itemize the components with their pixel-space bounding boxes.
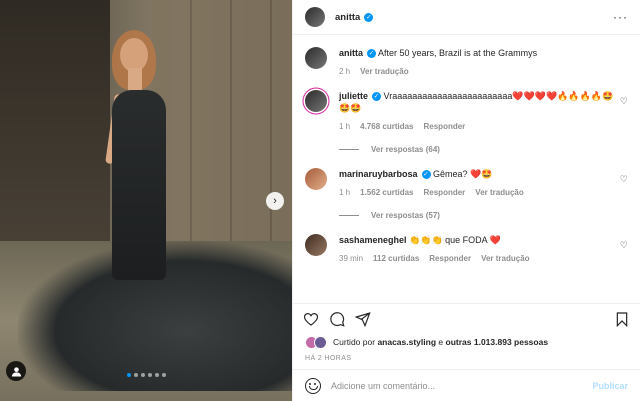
comment-username[interactable]: sashameneghel <box>339 235 407 245</box>
comment-text: 👏👏👏 que FODA ❤️ <box>409 235 501 245</box>
comment-avatar[interactable] <box>305 234 327 256</box>
carousel-dots <box>0 373 292 377</box>
reply-button[interactable]: Responder <box>429 254 471 263</box>
post-timestamp[interactable]: HÁ 2 HORAS <box>293 351 640 369</box>
translate-link[interactable]: Ver tradução <box>481 254 529 263</box>
comment-juliette: juliette ✓ Vraaaaaaaaaaaaaaaaaaaaaaaa❤️❤️… <box>305 90 628 154</box>
view-replies-button[interactable]: Ver respostas (57) <box>339 211 628 220</box>
photo-wall-right <box>152 0 292 250</box>
caption-username[interactable]: anitta <box>339 48 363 58</box>
liker-avatar[interactable] <box>314 335 327 349</box>
carousel-dot <box>140 373 145 377</box>
publish-button[interactable]: Publicar <box>592 381 628 391</box>
replies-divider <box>339 149 359 150</box>
comment-time[interactable]: 1 h <box>339 122 350 131</box>
likes-summary: Curtido por anacas.styling e outras 1.01… <box>293 333 640 351</box>
carousel-dot <box>154 373 159 377</box>
share-send-icon[interactable] <box>355 311 371 327</box>
comment-text: Gêmea? ❤️🤩 <box>433 169 493 179</box>
carousel-dot <box>126 373 131 377</box>
caption-text: After 50 years, Brazil is at the Grammys <box>378 48 538 58</box>
verified-badge-icon: ✓ <box>372 92 382 102</box>
reply-button[interactable]: Responder <box>424 122 466 131</box>
heart-icon[interactable]: ♡ <box>620 240 628 251</box>
author-username[interactable]: anitta <box>335 12 360 23</box>
comments-list: anitta ✓ After 50 years, Brazil is at the… <box>293 35 640 303</box>
comment-marinaruybarbosa: marinaruybarbosa ✓ Gêmea? ❤️🤩 1 h 1.562 c… <box>305 168 628 220</box>
carousel-dot <box>147 373 152 377</box>
post-header: anitta ✓ ··· <box>293 0 640 35</box>
photo-dress <box>112 90 166 280</box>
caption: anitta ✓ After 50 years, Brazil is at the… <box>305 47 628 76</box>
post-side-panel: anitta ✓ ··· anitta ✓ After 50 years, Bra… <box>292 0 640 401</box>
author-avatar[interactable] <box>305 7 325 27</box>
verified-badge-icon: ✓ <box>364 12 374 22</box>
heart-icon[interactable]: ♡ <box>620 174 628 185</box>
comment-likes[interactable]: 4.768 curtidas <box>360 122 413 131</box>
caption-translate-link[interactable]: Ver tradução <box>360 67 408 76</box>
likes-text: Curtido por anacas.styling e outras 1.01… <box>333 337 548 347</box>
post-actions <box>293 303 640 333</box>
comment-likes[interactable]: 112 curtidas <box>373 254 419 263</box>
chevron-right-icon: › <box>273 195 277 207</box>
comment-bubble-icon[interactable] <box>329 311 345 327</box>
photo-wall-left <box>0 0 110 260</box>
likes-middle: e <box>438 337 444 347</box>
comment-input[interactable] <box>331 380 593 391</box>
comment-avatar[interactable] <box>305 168 327 190</box>
comment-username[interactable]: juliette <box>339 91 368 101</box>
comment-time[interactable]: 1 h <box>339 188 350 197</box>
comment-avatar[interactable] <box>305 90 327 112</box>
comment-time[interactable]: 39 min <box>339 254 363 263</box>
caption-time[interactable]: 2 h <box>339 67 350 76</box>
comment-sashameneghel: sashameneghel 👏👏👏 que FODA ❤️ 39 min 112… <box>305 234 628 263</box>
caption-avatar[interactable] <box>305 47 327 69</box>
liker-username[interactable]: anacas.styling <box>377 337 436 347</box>
ellipsis-icon[interactable]: ··· <box>613 10 628 24</box>
post-photo[interactable]: › <box>0 0 292 401</box>
view-replies-label: Ver respostas (64) <box>371 145 440 154</box>
bookmark-icon[interactable] <box>614 311 630 327</box>
carousel-dot <box>133 373 138 377</box>
translate-link[interactable]: Ver tradução <box>475 188 523 197</box>
verified-badge-icon: ✓ <box>421 170 431 180</box>
instagram-post-view: › anitta ✓ ··· anitta ✓ After 50 years, B… <box>0 0 640 401</box>
reply-button[interactable]: Responder <box>424 188 466 197</box>
carousel-dot <box>161 373 166 377</box>
comment-text: Vraaaaaaaaaaaaaaaaaaaaaaaa❤️❤️❤️❤️🔥🔥🔥🔥🤩🤩… <box>339 91 614 113</box>
likes-prefix: Curtido por <box>333 337 376 347</box>
like-heart-icon[interactable] <box>303 311 319 327</box>
comment-likes[interactable]: 1.562 curtidas <box>360 188 413 197</box>
add-comment-bar: Publicar <box>293 369 640 401</box>
replies-divider <box>339 215 359 216</box>
likes-count-link[interactable]: outras 1.013.893 pessoas <box>446 337 549 347</box>
photo-head <box>120 38 148 72</box>
view-replies-label: Ver respostas (57) <box>371 211 440 220</box>
verified-badge-icon: ✓ <box>367 49 377 59</box>
comment-username[interactable]: marinaruybarbosa <box>339 169 418 179</box>
heart-icon[interactable]: ♡ <box>620 96 628 107</box>
view-replies-button[interactable]: Ver respostas (64) <box>339 145 628 154</box>
next-photo-button[interactable]: › <box>266 192 284 210</box>
tagged-users-button[interactable] <box>6 361 26 381</box>
emoji-icon[interactable] <box>305 377 321 394</box>
